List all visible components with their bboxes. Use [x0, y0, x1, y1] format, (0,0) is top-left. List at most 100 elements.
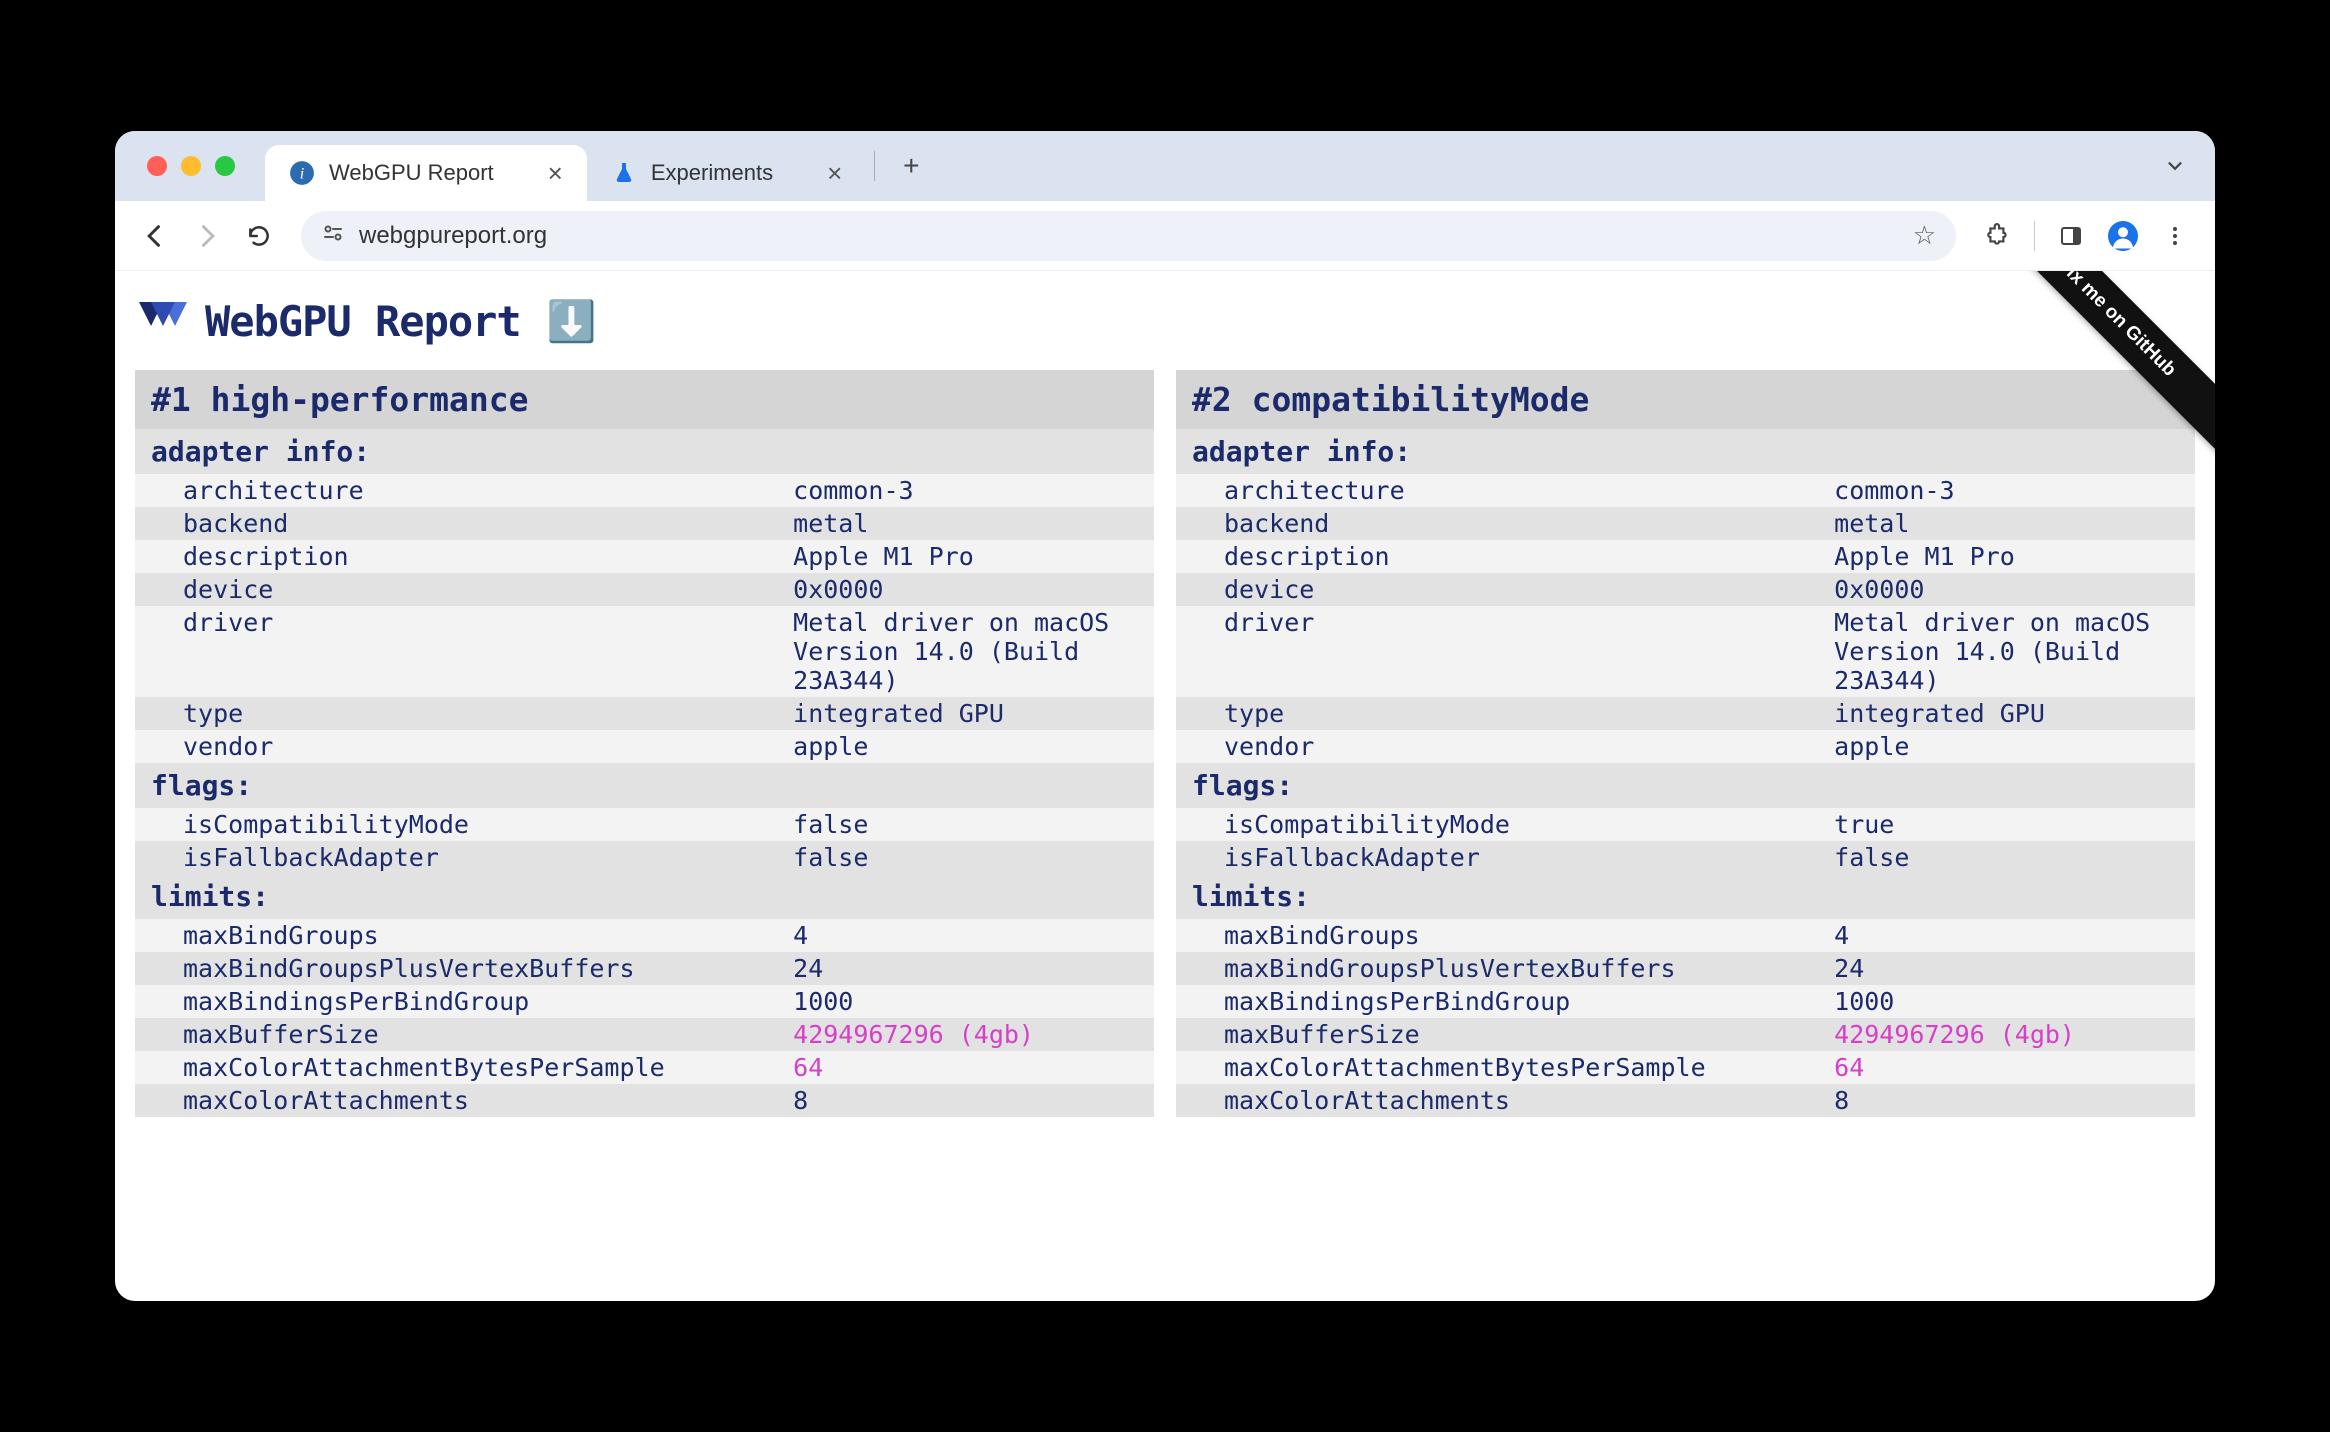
row-value: 1000 [787, 985, 1154, 1018]
row-key: maxBindGroupsPlusVertexBuffers [1176, 952, 1828, 985]
row-value: Apple M1 Pro [1828, 540, 2195, 573]
row-key: maxBindGroups [135, 919, 787, 952]
table-row: isCompatibilityModefalse [135, 808, 1154, 841]
tabs-dropdown-button[interactable] [2155, 146, 2195, 186]
adapter-column: #1 high-performanceadapter info:architec… [135, 370, 1154, 1117]
table-row: descriptionApple M1 Pro [135, 540, 1154, 573]
tab-experiments[interactable]: Experiments × [587, 145, 866, 201]
section-title: limits: [1176, 874, 2195, 919]
page-header: WebGPU Report ⬇️ [135, 291, 2195, 370]
table-row: isCompatibilityModetrue [1176, 808, 2195, 841]
row-value: 4294967296 (4gb) [787, 1018, 1154, 1051]
row-value: apple [1828, 730, 2195, 763]
row-value: metal [1828, 507, 2195, 540]
tab-title: WebGPU Report [329, 160, 494, 186]
download-button[interactable]: ⬇️ [547, 298, 597, 345]
row-value: false [787, 808, 1154, 841]
profile-button[interactable] [2101, 214, 2145, 258]
new-tab-button[interactable]: + [891, 146, 931, 186]
row-key: maxColorAttachments [135, 1084, 787, 1117]
row-value: false [1828, 841, 2195, 874]
row-value: Metal driver on macOS Version 14.0 (Buil… [1828, 606, 2195, 697]
url-input[interactable]: webgpureport.org ☆ [301, 211, 1956, 261]
row-value: false [787, 841, 1154, 874]
section-title: flags: [135, 763, 1154, 808]
row-value: integrated GPU [1828, 697, 2195, 730]
table-row: maxColorAttachments8 [1176, 1084, 2195, 1117]
row-key: maxBufferSize [135, 1018, 787, 1051]
table-row: device0x0000 [1176, 573, 2195, 606]
row-value: apple [787, 730, 1154, 763]
table-row: maxColorAttachmentBytesPerSample64 [1176, 1051, 2195, 1084]
svg-text:i: i [300, 164, 305, 182]
maximize-window-button[interactable] [215, 156, 235, 176]
window-controls [147, 156, 235, 176]
row-key: description [135, 540, 787, 573]
table-row: architecturecommon-3 [1176, 474, 2195, 507]
row-value: 64 [787, 1051, 1154, 1084]
extensions-icon[interactable] [1976, 214, 2020, 258]
browser-window: i WebGPU Report × Experiments × + [115, 131, 2215, 1301]
section-title: flags: [1176, 763, 2195, 808]
row-value: common-3 [1828, 474, 2195, 507]
row-key: architecture [135, 474, 787, 507]
bookmark-star-icon[interactable]: ☆ [1913, 220, 1936, 251]
profile-avatar-icon [2108, 221, 2138, 251]
row-key: maxColorAttachmentBytesPerSample [1176, 1051, 1828, 1084]
close-window-button[interactable] [147, 156, 167, 176]
section-rows: isCompatibilityModetrueisFallbackAdapter… [1176, 808, 2195, 874]
row-value: 1000 [1828, 985, 2195, 1018]
table-row: maxBindingsPerBindGroup1000 [135, 985, 1154, 1018]
address-bar: webgpureport.org ☆ [115, 201, 2215, 271]
tab-bar: i WebGPU Report × Experiments × + [115, 131, 2215, 201]
row-key: isFallbackAdapter [1176, 841, 1828, 874]
row-key: type [135, 697, 787, 730]
tab-divider [874, 151, 875, 181]
row-key: type [1176, 697, 1828, 730]
row-value: integrated GPU [787, 697, 1154, 730]
row-key: vendor [1176, 730, 1828, 763]
row-value: 24 [1828, 952, 2195, 985]
row-key: backend [1176, 507, 1828, 540]
adapter-column: #2 compatibilityModeadapter info:archite… [1176, 370, 2195, 1117]
row-key: device [135, 573, 787, 606]
site-settings-icon[interactable] [321, 221, 345, 250]
row-value: Metal driver on macOS Version 14.0 (Buil… [787, 606, 1154, 697]
table-row: backendmetal [135, 507, 1154, 540]
close-tab-icon[interactable]: × [548, 158, 563, 189]
row-value: 4294967296 (4gb) [1828, 1018, 2195, 1051]
section-rows: maxBindGroups4maxBindGroupsPlusVertexBuf… [1176, 919, 2195, 1117]
page-content: Fix me on GitHub WebGPU Report ⬇️ #1 hig… [115, 271, 2215, 1301]
row-key: device [1176, 573, 1828, 606]
row-key: maxColorAttachmentBytesPerSample [135, 1051, 787, 1084]
row-key: driver [135, 606, 787, 697]
row-value: 4 [787, 919, 1154, 952]
row-value: 4 [1828, 919, 2195, 952]
forward-button[interactable] [185, 214, 229, 258]
row-value: 0x0000 [787, 573, 1154, 606]
favicon-icon [611, 160, 637, 186]
row-value: 0x0000 [1828, 573, 2195, 606]
row-key: isCompatibilityMode [135, 808, 787, 841]
tab-webgpu-report[interactable]: i WebGPU Report × [265, 145, 587, 201]
table-row: maxBindGroups4 [135, 919, 1154, 952]
close-tab-icon[interactable]: × [827, 158, 842, 189]
row-key: maxBindGroupsPlusVertexBuffers [135, 952, 787, 985]
overflow-menu-button[interactable] [2153, 214, 2197, 258]
sidepanel-icon[interactable] [2049, 214, 2093, 258]
row-key: driver [1176, 606, 1828, 697]
row-key: description [1176, 540, 1828, 573]
table-row: maxColorAttachmentBytesPerSample64 [135, 1051, 1154, 1084]
reload-button[interactable] [237, 214, 281, 258]
table-row: maxBindingsPerBindGroup1000 [1176, 985, 2195, 1018]
page-title: WebGPU Report [205, 297, 521, 346]
row-value: Apple M1 Pro [787, 540, 1154, 573]
row-key: maxColorAttachments [1176, 1084, 1828, 1117]
section-title: adapter info: [1176, 429, 2195, 474]
table-row: isFallbackAdapterfalse [1176, 841, 2195, 874]
table-row: descriptionApple M1 Pro [1176, 540, 2195, 573]
table-row: isFallbackAdapterfalse [135, 841, 1154, 874]
tab-title: Experiments [651, 160, 773, 186]
minimize-window-button[interactable] [181, 156, 201, 176]
back-button[interactable] [133, 214, 177, 258]
